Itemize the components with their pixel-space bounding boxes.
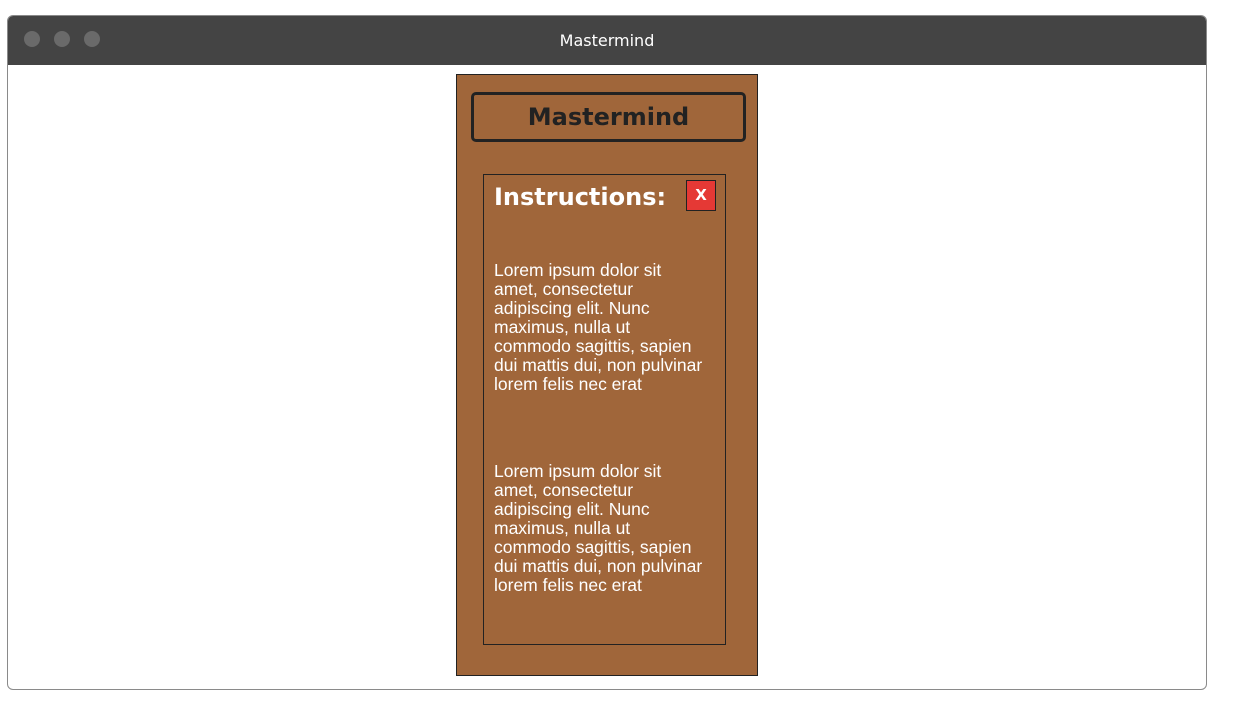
instructions-panel: Instructions: X Lorem ipsum dolor sit am… <box>483 174 726 645</box>
window-titlebar[interactable]: Mastermind <box>8 16 1206 65</box>
instructions-heading: Instructions: <box>494 183 667 211</box>
instructions-paragraph: Lorem ipsum dolor sit amet, consectetur … <box>494 461 703 595</box>
window-title: Mastermind <box>559 31 655 50</box>
instructions-paragraph: Lorem ipsum dolor sit amet, consectetur … <box>494 260 703 394</box>
close-instructions-button[interactable]: X <box>686 180 716 211</box>
game-panel: Mastermind Instructions: X Lorem ipsum d… <box>456 74 758 676</box>
game-title: Mastermind <box>471 92 746 142</box>
app-window: Mastermind Mastermind Instructions: X Lo… <box>7 15 1207 690</box>
